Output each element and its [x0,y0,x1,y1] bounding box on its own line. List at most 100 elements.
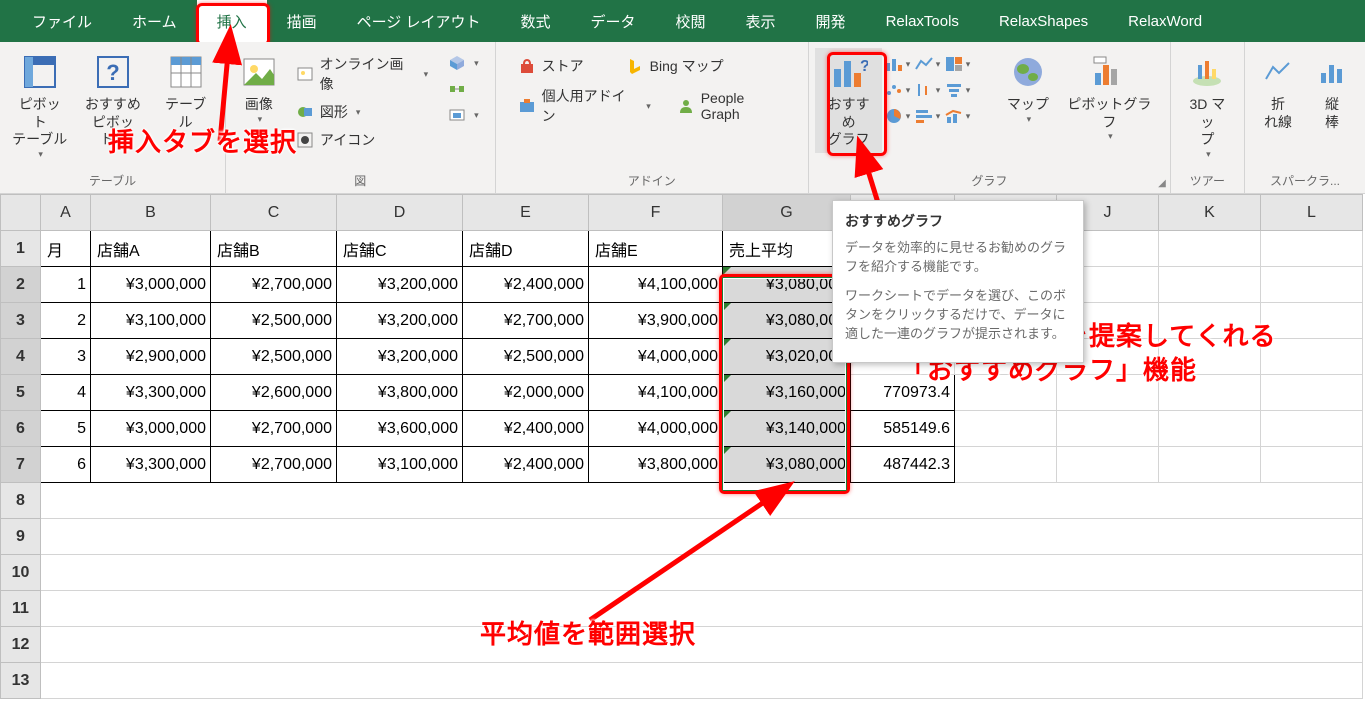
row-10[interactable]: 10 [1,555,41,591]
cell[interactable] [955,411,1057,447]
row-12[interactable]: 12 [1,627,41,663]
cell[interactable] [1159,375,1261,411]
cell[interactable]: ¥3,800,000 [337,375,463,411]
tab-developer[interactable]: 開発 [796,0,866,42]
cell[interactable]: ¥3,900,000 [589,303,723,339]
row-9[interactable]: 9 [1,519,41,555]
tab-insert[interactable]: 挿入 [197,0,267,42]
online-pictures-button[interactable]: オンライン画像 [292,52,432,96]
cell[interactable]: 3 [41,339,91,375]
cell[interactable]: ¥3,600,000 [337,411,463,447]
tab-relaxword[interactable]: RelaxWord [1108,0,1222,42]
chart-combo-button[interactable] [944,104,970,128]
cell[interactable]: ¥3,200,000 [337,303,463,339]
cell[interactable] [41,483,1363,519]
pivot-chart-button[interactable]: ピボットグラフ [1055,48,1164,146]
recommended-pivot-button[interactable]: ? おすすめ ピボット... [73,48,152,153]
cell[interactable] [1057,447,1159,483]
cell[interactable] [1261,231,1363,267]
3d-models-button[interactable] [444,52,483,74]
cell[interactable]: 585149.6 [851,411,955,447]
cell[interactable]: ¥2,900,000 [91,339,211,375]
cell[interactable] [1159,231,1261,267]
cell[interactable] [1261,303,1363,339]
tab-pagelayout[interactable]: ページ レイアウト [337,0,501,42]
cell[interactable]: ¥3,300,000 [91,447,211,483]
cell[interactable]: 5 [41,411,91,447]
cell[interactable]: ¥3,300,000 [91,375,211,411]
recommended-charts-button[interactable]: ? おすすめ グラフ [815,48,882,153]
store-button[interactable]: ストア [514,54,588,78]
tab-data[interactable]: データ [571,0,656,42]
cell[interactable]: 4 [41,375,91,411]
charts-dialog-launcher[interactable]: ◢ [1158,178,1166,189]
table-button[interactable]: テーブル [152,48,219,135]
cell[interactable]: ¥2,500,000 [463,339,589,375]
sparkline-column-button[interactable]: 縦 棒 [1305,48,1359,135]
worksheet[interactable]: A B C D E F G H I J K L 1 月 店舗A 店舗B 店舗C … [0,194,1365,699]
tab-relaxtools[interactable]: RelaxTools [866,0,979,42]
cell[interactable] [1261,267,1363,303]
cell[interactable]: ¥2,700,000 [463,303,589,339]
tab-file[interactable]: ファイル [12,0,112,42]
row-4[interactable]: 4 [1,339,41,375]
cell[interactable]: 店舗B [211,231,337,267]
cell[interactable]: ¥2,400,000 [463,447,589,483]
chart-funnel-button[interactable] [944,78,970,102]
cell[interactable]: ¥4,000,000 [589,339,723,375]
row-3[interactable]: 3 [1,303,41,339]
cell[interactable]: ¥3,140,000 [723,411,851,447]
chart-scatter-button[interactable] [884,78,910,102]
col-K[interactable]: K [1159,195,1261,231]
sparkline-line-button[interactable]: 折 れ線 [1251,48,1305,135]
cell[interactable]: ¥2,700,000 [211,447,337,483]
shapes-button[interactable]: 図形 [292,100,432,124]
cell[interactable]: ¥4,100,000 [589,375,723,411]
smartart-button[interactable] [444,78,483,100]
row-6[interactable]: 6 [1,411,41,447]
cell[interactable] [41,663,1363,699]
cell[interactable]: ¥3,100,000 [91,303,211,339]
col-L[interactable]: L [1261,195,1363,231]
cell[interactable]: 1 [41,267,91,303]
row-13[interactable]: 13 [1,663,41,699]
cell[interactable] [41,627,1363,663]
col-C[interactable]: C [211,195,337,231]
cell[interactable]: ¥2,700,000 [211,411,337,447]
row-8[interactable]: 8 [1,483,41,519]
my-addins-button[interactable]: 個人用アドイン [514,84,655,128]
col-F[interactable]: F [589,195,723,231]
col-A[interactable]: A [41,195,91,231]
cell[interactable]: 月 [41,231,91,267]
cell[interactable]: ¥3,200,000 [337,339,463,375]
cell[interactable] [1159,303,1261,339]
chart-pie-button[interactable] [884,104,910,128]
cell[interactable]: ¥3,200,000 [337,267,463,303]
chart-stock-button[interactable] [914,78,940,102]
cell[interactable]: ¥2,600,000 [211,375,337,411]
cell[interactable]: ¥2,700,000 [211,267,337,303]
cell[interactable]: ¥2,400,000 [463,411,589,447]
bing-maps-button[interactable]: Bing マップ [622,54,728,78]
col-E[interactable]: E [463,195,589,231]
col-B[interactable]: B [91,195,211,231]
tab-draw[interactable]: 描画 [267,0,337,42]
cell[interactable] [955,375,1057,411]
cell[interactable] [1159,339,1261,375]
col-D[interactable]: D [337,195,463,231]
cell[interactable] [41,519,1363,555]
row-2[interactable]: 2 [1,267,41,303]
maps-button[interactable]: マップ [1001,48,1055,129]
cell[interactable]: ¥3,080,000 [723,447,851,483]
cell[interactable]: ¥2,000,000 [463,375,589,411]
cell[interactable]: ¥3,800,000 [589,447,723,483]
cell[interactable] [955,447,1057,483]
cell[interactable] [41,555,1363,591]
chart-bar-button[interactable] [914,104,940,128]
cell[interactable]: 770973.4 [851,375,955,411]
cell[interactable] [1261,375,1363,411]
pivot-table-button[interactable]: ピボット テーブル [6,48,73,164]
cell[interactable]: ¥3,000,000 [91,411,211,447]
cell[interactable] [1159,267,1261,303]
row-1[interactable]: 1 [1,231,41,267]
